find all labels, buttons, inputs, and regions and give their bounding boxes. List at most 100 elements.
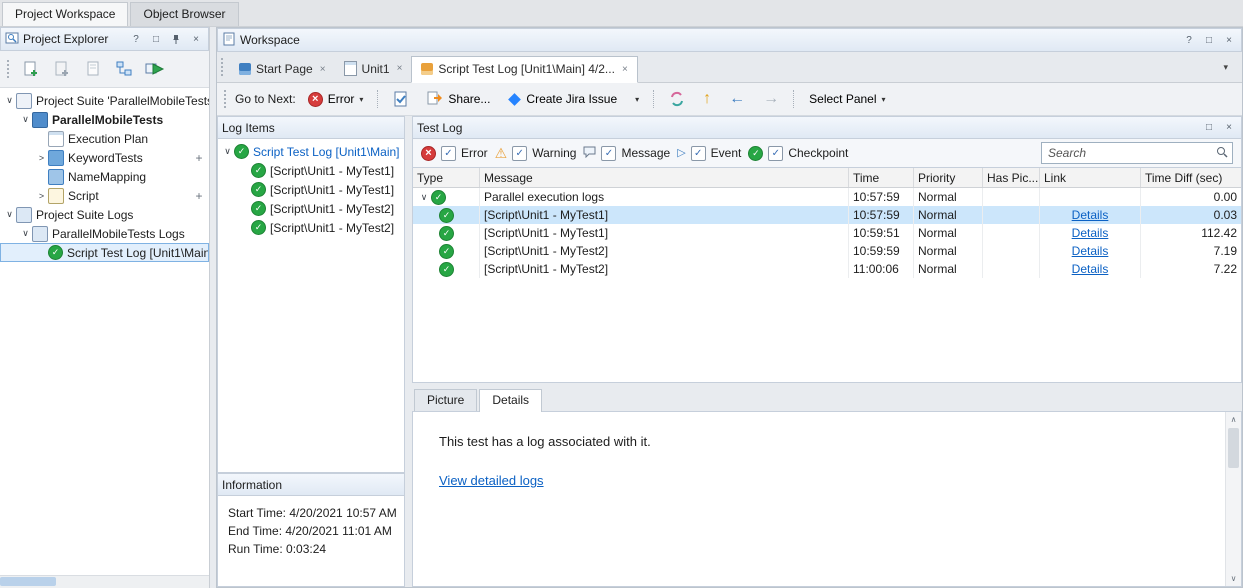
table-row[interactable]: [Script\Unit1 - MyTest1] 10:59:51 Normal… [413,224,1241,242]
column-header-time-diff[interactable]: Time Diff (sec) [1141,168,1241,187]
up-one-level-button[interactable]: ↑ [697,87,717,111]
chevron-down-icon[interactable]: ∨ [19,228,32,239]
help-icon[interactable]: ? [128,32,144,47]
add-keyword-test-icon[interactable]: + [192,151,206,165]
column-header-priority[interactable]: Priority [914,168,983,187]
select-panel-button[interactable]: Select Panel ▾ [803,88,891,110]
chevron-down-icon[interactable]: ∨ [3,209,16,220]
go-to-next-error-button[interactable]: Error ▾ [302,88,370,111]
tree-item-project[interactable]: ∨ ParallelMobileTests [0,110,209,129]
tab-details[interactable]: Details [479,389,542,412]
scrollbar-thumb[interactable] [1228,428,1239,468]
event-checkbox[interactable] [691,146,706,161]
organize-tests-button[interactable] [112,57,136,81]
create-jira-issue-button[interactable]: Create Jira Issue [502,88,623,110]
column-header-has-picture[interactable]: Has Pic... [983,168,1040,187]
add-script-icon[interactable]: + [192,189,206,203]
scroll-down-icon[interactable]: ∨ [1231,574,1237,583]
chevron-right-icon[interactable]: > [35,191,48,201]
maximize-icon[interactable]: □ [148,32,164,47]
checkpoint-checkbox[interactable] [768,146,783,161]
jira-dropdown-icon[interactable]: ▾ [629,91,645,108]
close-tab-icon[interactable]: × [320,64,326,75]
tab-picture[interactable]: Picture [414,389,477,411]
message-checkbox[interactable] [601,146,616,161]
chevron-down-icon[interactable]: ∨ [221,146,234,157]
maximize-icon[interactable]: □ [1201,33,1217,48]
close-icon[interactable]: × [1221,120,1237,135]
tree-item-script-test-log[interactable]: Script Test Log [Unit1\Main... [0,243,209,262]
tree-item-parallelmobiletests-logs[interactable]: ∨ ParallelMobileTests Logs [0,224,209,243]
table-row[interactable]: [Script\Unit1 - MyTest2] 11:00:06 Normal… [413,260,1241,278]
details-link[interactable]: Details [1072,208,1109,222]
table-row[interactable]: [Script\Unit1 - MyTest2] 10:59:59 Normal… [413,242,1241,260]
search-input[interactable] [1046,145,1213,161]
log-item[interactable]: [Script\Unit1 - MyTest1] [218,161,404,180]
information-title: Information [222,478,400,492]
column-header-message[interactable]: Message [480,168,849,187]
forward-button[interactable]: → [757,87,785,111]
filter-error[interactable]: Error [421,146,488,161]
filter-checkpoint[interactable]: Checkpoint [748,146,848,161]
scroll-up-icon[interactable]: ∧ [1231,415,1237,424]
close-icon[interactable]: × [188,32,204,47]
tab-project-workspace[interactable]: Project Workspace [2,2,128,26]
tab-object-browser[interactable]: Object Browser [130,2,238,26]
details-link[interactable]: Details [1072,262,1109,276]
success-icon [48,245,63,260]
doc-tab-script-test-log[interactable]: Script Test Log [Unit1\Main] 4/2... × [411,56,637,83]
log-item[interactable]: [Script\Unit1 - MyTest2] [218,199,404,218]
horizontal-scrollbar[interactable] [0,575,209,588]
close-icon[interactable]: × [1221,33,1237,48]
maximize-icon[interactable]: □ [1201,120,1217,135]
filter-event[interactable]: ▷ Event [677,146,741,161]
tree-item-script[interactable]: > Script + [0,186,209,205]
tree-item-execution-plan[interactable]: Execution Plan [0,129,209,148]
column-header-time[interactable]: Time [849,168,914,187]
help-icon[interactable]: ? [1181,33,1197,48]
new-document-button[interactable] [81,57,105,81]
tree-item-project-suite[interactable]: ∨ Project Suite 'ParallelMobileTests' ( [0,91,209,110]
column-header-type[interactable]: Type [413,168,480,187]
rerun-test-button[interactable] [663,87,691,111]
details-link[interactable]: Details [1072,226,1109,240]
toolbar-grip[interactable] [224,90,229,108]
details-link[interactable]: Details [1072,244,1109,258]
log-item[interactable]: [Script\Unit1 - MyTest1] [218,180,404,199]
tabbar-grip[interactable] [221,58,226,76]
share-button[interactable]: Share... [421,86,496,113]
add-new-item-button[interactable] [19,57,43,81]
doc-tab-unit1[interactable]: Unit1 × [335,56,412,82]
vertical-scrollbar[interactable]: ∧ ∨ [1225,412,1241,586]
tree-item-keywordtests[interactable]: > KeywordTests + [0,148,209,167]
log-item[interactable]: [Script\Unit1 - MyTest2] [218,218,404,237]
add-existing-item-button[interactable] [50,57,74,81]
chevron-down-icon[interactable]: ∨ [417,192,431,203]
doc-tab-label: Unit1 [362,62,390,76]
filter-message[interactable]: Message [583,146,670,161]
back-button[interactable]: ← [723,87,751,111]
chevron-down-icon[interactable]: ∨ [19,114,32,125]
close-tab-icon[interactable]: × [622,64,628,75]
table-row[interactable]: ∨ Parallel execution logs 10:57:59 Norma… [413,188,1241,206]
pin-icon[interactable] [168,32,184,47]
doc-tab-start-page[interactable]: Start Page × [230,57,335,82]
column-header-link[interactable]: Link [1040,168,1141,187]
view-detailed-logs-link[interactable]: View detailed logs [439,473,544,488]
tree-item-namemapping[interactable]: NameMapping [0,167,209,186]
run-project-button[interactable] [143,57,167,81]
chevron-right-icon[interactable]: > [35,153,48,163]
error-checkbox[interactable] [441,146,456,161]
tree-item-project-suite-logs[interactable]: ∨ Project Suite Logs [0,205,209,224]
log-items-root[interactable]: ∨ Script Test Log [Unit1\Main] [218,142,404,161]
table-row[interactable]: [Script\Unit1 - MyTest1] 10:57:59 Normal… [413,206,1241,224]
chevron-down-icon[interactable]: ∨ [3,95,16,106]
filter-warning[interactable]: ⚠ Warning [495,146,577,161]
view-results-button[interactable] [387,87,415,111]
close-tab-icon[interactable]: × [397,63,403,74]
warning-checkbox[interactable] [512,146,527,161]
panel-splitter[interactable] [405,116,412,587]
tab-list-dropdown-icon[interactable]: ▾ [1217,61,1234,74]
scrollbar-thumb[interactable] [0,577,56,586]
toolbar-grip[interactable] [7,60,12,78]
